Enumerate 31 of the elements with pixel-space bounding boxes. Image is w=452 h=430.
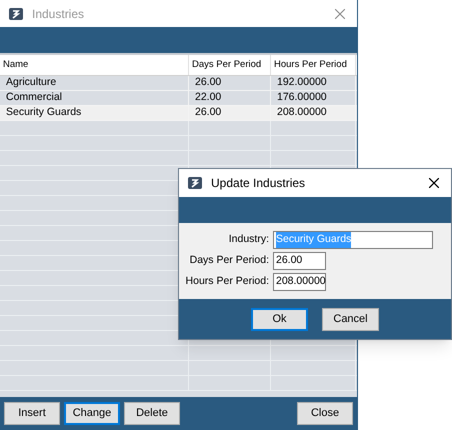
input-field[interactable]: 208.00000 — [273, 273, 326, 291]
button[interactable]: Change — [64, 402, 120, 425]
input-field[interactable]: 26.00 — [273, 252, 326, 270]
table-cell: Agriculture — [0, 76, 189, 90]
table-cell: Security Guards — [0, 106, 189, 120]
column-header[interactable]: Name — [0, 55, 189, 75]
field-label: Days Per Period: — [188, 253, 269, 268]
button[interactable]: Ok — [251, 308, 308, 330]
app-icon — [8, 6, 24, 22]
table-row[interactable]: Security Guards 26.00 208.00000 — [0, 106, 357, 121]
table-row[interactable]: Commercial 22.00 176.00000 — [0, 91, 357, 106]
button[interactable]: Cancel — [322, 308, 379, 330]
column-header[interactable]: Days Per Period — [189, 55, 271, 75]
button[interactable]: Close — [297, 402, 353, 425]
dialog-title: Update Industries — [211, 175, 306, 192]
table-cell: Commercial — [0, 91, 189, 105]
table-cell: 176.00000 — [271, 91, 356, 105]
close-icon[interactable] — [429, 178, 439, 188]
field-label: Industry: — [228, 232, 269, 248]
button[interactable]: Delete — [124, 402, 180, 425]
button[interactable]: Insert — [4, 402, 60, 425]
table-cell: 26.00 — [189, 76, 271, 90]
field-label: Hours Per Period: — [184, 274, 269, 290]
window-title: Industries — [32, 6, 84, 22]
app-icon — [187, 175, 203, 191]
table-row[interactable]: Agriculture 26.00 192.00000 — [0, 76, 357, 91]
table-cell: 22.00 — [189, 91, 271, 105]
table-cell: 208.00000 — [271, 106, 356, 120]
table-cell: 192.00000 — [271, 76, 356, 90]
column-header[interactable]: Hours Per Period — [271, 55, 356, 75]
table-cell: 26.00 — [189, 106, 271, 120]
